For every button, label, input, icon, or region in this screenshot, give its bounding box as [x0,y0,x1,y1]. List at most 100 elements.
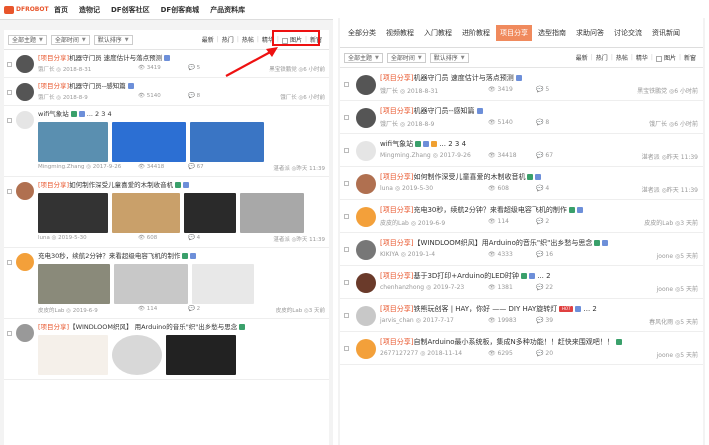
list-item[interactable]: [项目分享]充电30秒，续航2分钟？来看超级电容飞机的制作 皮皮的Lab ◎ 2… [340,200,703,233]
thumbnail-image[interactable] [166,335,236,375]
list-item[interactable]: [项目分享]机器守门员--感知篇 饿厂长 ◎ 2018-8-9 👁 5140 💬 8… [4,78,329,106]
nav-maker-log[interactable]: 造物记 [79,5,100,15]
checkbox-icon[interactable] [344,115,349,120]
checkbox-icon[interactable] [344,181,349,186]
info-icon [528,273,535,279]
avatar[interactable] [356,108,376,128]
tab-advanced[interactable]: 进阶教程 [458,25,494,41]
list-item[interactable]: [项目分享]【WINDLOOM织风】 用Arduino的音乐"织"出乡愁与思念 [4,319,329,380]
filter-latest[interactable]: 最新 [576,53,588,62]
filter-images[interactable]: 图片 [655,53,676,62]
thumbnail-image[interactable] [240,193,304,233]
list-item[interactable]: [项目分享]【WINDLOOM织风】用Arduino的音乐"织"出乡愁与思念 K… [340,233,703,266]
nav-community[interactable]: DF创客社区 [111,5,150,15]
time-select[interactable]: 全部时间 ▼ [386,52,426,63]
image-icon [527,174,534,180]
list-item[interactable]: [项目分享]如何制作深受儿童喜爱的木制收音机 luna ◎ 2019-5-30 👁… [340,167,703,200]
thumbnail-image[interactable] [184,193,236,233]
checkbox-icon[interactable] [344,247,349,252]
nav-home[interactable]: 首页 [54,5,68,15]
avatar[interactable] [356,75,376,95]
checkbox-icon[interactable] [7,260,12,265]
thumbnail-image[interactable] [112,193,180,233]
checkbox-icon[interactable] [344,214,349,219]
avatar[interactable] [16,55,34,73]
sort-select[interactable]: 默认排序 ▼ [93,34,133,45]
info-icon [535,174,542,180]
tab-news[interactable]: 资讯新闻 [648,25,684,41]
list-item[interactable]: [项目分享]铁熊玩创客 | HAY，你好 —— DIY HAY旋转灯 HOT ..… [340,299,703,332]
post-title: 机器守门员--感知篇 [69,82,126,90]
checkbox-icon[interactable] [344,313,349,318]
list-item[interactable]: [项目分享]如何制作深受儿童喜爱的木制收音机 luna ◎ 2019-5-30 👁… [4,177,329,248]
avatar[interactable] [356,174,376,194]
time-select[interactable]: 全部时间 ▼ [50,34,90,45]
list-item[interactable]: [项目分享]基于3D打印+Arduino的LED时钟 ... 2 chenhan… [340,266,703,299]
avatar[interactable] [356,240,376,260]
tab-video[interactable]: 视频教程 [382,25,418,41]
list-item[interactable]: [项目分享]自制Arduino最小系统板，集成N多种功能！！赶快来围观吧！！ 2… [340,332,703,365]
right-screenshot-panel: 全部分类 视频教程 入门教程 进阶教程 项目分享 选型指南 求助问答 讨论交流 … [338,18,705,445]
checkbox-icon[interactable] [7,90,12,95]
tab-beginner[interactable]: 入门教程 [420,25,456,41]
filter-featured[interactable]: 精华 [636,53,648,62]
filter-latest[interactable]: 最新 [202,35,214,44]
list-item[interactable]: wifi气象站 ... 2 3 4 Mingming.Zhang ◎ 2017-… [4,106,329,177]
thumbnail-image[interactable] [112,335,162,375]
avatar[interactable] [356,306,376,326]
site-logo[interactable]: DFROBOT [4,5,54,14]
checkbox-icon[interactable] [7,189,12,194]
topic-select[interactable]: 全部主题 ▼ [344,52,383,63]
thumbnail-image[interactable] [112,122,186,162]
list-item[interactable]: [项目分享]机器守门员--感知篇 饿厂长 ◎ 2018-8-9 👁 5140 💬 8… [340,101,703,134]
avatar[interactable] [356,273,376,293]
topic-select[interactable]: 全部主题 ▼ [8,34,47,45]
avatar[interactable] [16,182,34,200]
tab-discussion[interactable]: 讨论交流 [610,25,646,41]
nav-store[interactable]: DF创客商城 [161,5,200,15]
checkbox-icon[interactable] [344,148,349,153]
checkbox-icon[interactable] [7,118,12,123]
thumbnail-image[interactable] [38,335,108,375]
info-icon [476,108,483,114]
thumbnail-image[interactable] [38,122,108,162]
avatar[interactable] [356,141,376,161]
image-icon [182,253,189,259]
thumbnail-image[interactable] [38,264,110,304]
tab-selection-guide[interactable]: 选型指南 [534,25,570,41]
category-tabs: 全部分类 视频教程 入门教程 进阶教程 项目分享 选型指南 求助问答 讨论交流 … [340,18,703,48]
avatar[interactable] [356,207,376,227]
checkbox-icon[interactable] [344,82,349,87]
avatar[interactable] [16,83,34,101]
sort-select[interactable]: 默认排序 ▼ [429,52,469,63]
thumbnail-image[interactable] [190,122,264,162]
nav-product-library[interactable]: 产品资料库 [210,5,245,15]
checkbox-icon[interactable] [344,346,349,351]
avatar[interactable] [16,111,34,129]
checkbox-icon[interactable] [7,331,12,336]
tab-qa[interactable]: 求助问答 [572,25,608,41]
hot-icon [431,141,438,147]
avatar[interactable] [356,339,376,359]
chevron-down-icon: ▼ [375,54,379,61]
image-icon [415,141,422,147]
filter-trending[interactable]: 热帖 [242,35,254,44]
filter-hot[interactable]: 热门 [596,53,608,62]
tab-all[interactable]: 全部分类 [344,25,380,41]
list-item[interactable]: wifi气象站 ... 2 3 4 Mingming.Zhang ◎ 2017-… [340,134,703,167]
thumbnail-image[interactable] [192,264,254,304]
filter-hot[interactable]: 热门 [222,35,234,44]
list-item[interactable]: 充电30秒，续航2分钟？来看超级电容飞机的制作 皮皮的Lab ◎ 2019-6-… [4,248,329,319]
avatar[interactable] [16,324,34,342]
list-item[interactable]: [项目分享]机器守门员 速度估计与落点预测 饿厂长 ◎ 2018-8-31 👁 3… [340,68,703,101]
image-icon [239,324,246,330]
hot-badge-icon: HOT [559,306,574,312]
filter-trending[interactable]: 热帖 [616,53,628,62]
tab-project-share[interactable]: 项目分享 [496,24,532,41]
avatar[interactable] [16,253,34,271]
checkbox-icon[interactable] [7,62,12,67]
thumbnail-image[interactable] [114,264,188,304]
thumbnail-image[interactable] [38,193,108,233]
checkbox-icon[interactable] [344,280,349,285]
filter-new-window[interactable]: 新窗 [684,53,696,62]
